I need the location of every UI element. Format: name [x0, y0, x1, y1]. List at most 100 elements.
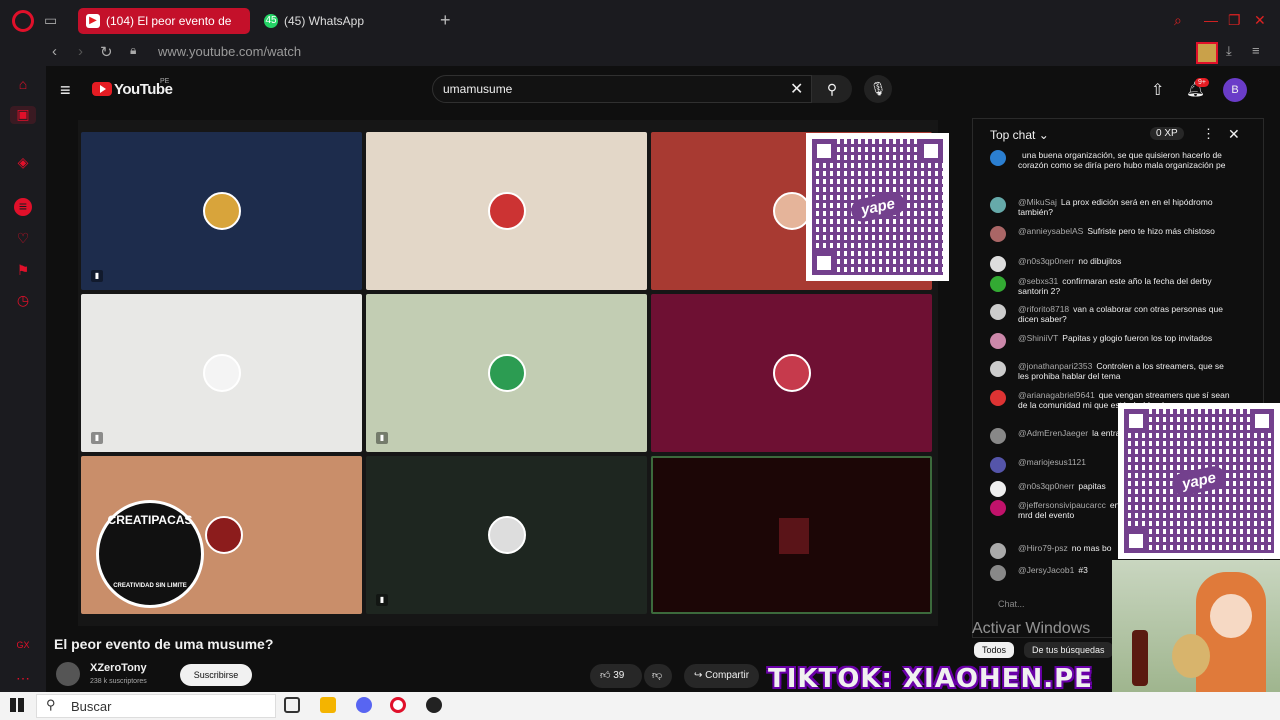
mic-muted-icon: ▮: [376, 594, 388, 606]
windows-start-icon[interactable]: [10, 698, 24, 712]
hamburger-menu-icon[interactable]: ≡: [60, 80, 71, 101]
whatsapp-icon: 45: [264, 14, 278, 28]
lock-icon: 🔒︎: [130, 43, 137, 57]
chat-mode-dropdown[interactable]: Top chat ⌄: [990, 128, 1049, 142]
favorites-icon[interactable]: ♡: [14, 230, 32, 248]
menu-icon[interactable]: ≡: [1252, 43, 1260, 58]
chat-username[interactable]: @n0s3qp0nerr: [1018, 256, 1074, 266]
subscriber-count: 238 k suscriptores: [90, 678, 147, 685]
participant-avatar: [779, 518, 809, 554]
participant-tile: ▮: [81, 294, 362, 452]
opera-logo-icon[interactable]: [12, 10, 34, 32]
anime-character-image: [1112, 560, 1280, 692]
yape-logo: yape: [848, 190, 907, 224]
chat-username[interactable]: @AdmErenJaeger: [1018, 428, 1088, 438]
channel-name[interactable]: XZeroTony: [90, 662, 147, 674]
bookmark-icon[interactable]: ⚑: [14, 262, 32, 280]
chat-message: @sebxs31 confirmaran este año la fecha de…: [990, 276, 1230, 296]
twitch-icon[interactable]: ◈: [14, 154, 32, 172]
minimize-button[interactable]: —: [1204, 12, 1218, 28]
chat-user-avatar: [990, 361, 1006, 377]
chat-username[interactable]: @n0s3qp0nerr: [1018, 481, 1074, 491]
chat-username[interactable]: @jeffersonsivipaucarcc: [1018, 500, 1106, 510]
chat-username[interactable]: @JersyJacob1: [1018, 565, 1074, 575]
participant-tile: ▮: [366, 294, 647, 452]
history-icon[interactable]: ◷: [14, 292, 32, 310]
dislike-button[interactable]: 👎︎: [644, 664, 672, 688]
tab-whatsapp[interactable]: 45 (45) WhatsApp: [256, 8, 426, 34]
task-view-icon[interactable]: [284, 697, 300, 713]
subscribe-button[interactable]: Suscribirse: [180, 664, 252, 686]
chat-more-options-icon[interactable]: ⋮: [1202, 126, 1215, 142]
chat-user-avatar: [990, 150, 1006, 166]
tab-overview-icon[interactable]: ▭: [44, 12, 57, 29]
tab-title: (45) WhatsApp: [284, 14, 365, 28]
share-button[interactable]: ↪ Compartir: [684, 664, 760, 688]
search-value[interactable]: umamusume: [443, 82, 512, 96]
participant-tile: [366, 132, 647, 290]
chat-username[interactable]: @MikuSaj: [1018, 197, 1057, 207]
chat-input[interactable]: Chat...: [986, 592, 1116, 616]
chat-user-avatar: [990, 256, 1006, 272]
chip-all[interactable]: Todos: [974, 642, 1015, 658]
profile-icon[interactable]: [1196, 42, 1218, 64]
more-icon[interactable]: ⋯: [14, 670, 32, 688]
taskbar-search-input[interactable]: Buscar: [36, 694, 276, 718]
chat-username[interactable]: @riforito8718: [1018, 304, 1069, 314]
xp-badge[interactable]: 0 XP: [1150, 127, 1184, 140]
participant-avatar: [488, 516, 526, 554]
maximize-button[interactable]: ❐: [1228, 12, 1241, 29]
share-icon: ↪: [694, 670, 703, 681]
youtube-logo-icon[interactable]: [92, 82, 112, 96]
gx-icon[interactable]: GX: [14, 640, 32, 658]
chat-username[interactable]: @mariojesus1121: [1018, 457, 1086, 467]
download-icon[interactable]: ⤓: [1226, 43, 1232, 59]
chat-username[interactable]: @Hiro79-psz: [1018, 543, 1068, 553]
discord-icon[interactable]: [356, 697, 372, 713]
url-field[interactable]: www.youtube.com/watch: [158, 44, 301, 59]
chat-message: @MikuSaj La prox edición será en en el hi…: [990, 197, 1230, 217]
chat-username[interactable]: @sebxs31: [1018, 276, 1058, 286]
music-icon[interactable]: ≡: [14, 198, 32, 216]
search-tabs-icon[interactable]: ⌕: [1174, 12, 1182, 29]
chat-username[interactable]: @annieysabelAS: [1018, 226, 1083, 236]
chat-text: no dibujitos: [1078, 256, 1122, 266]
chip-searches[interactable]: De tus búsquedas: [1024, 642, 1113, 658]
tab-youtube[interactable]: ▶ (104) El peor evento de: [78, 8, 250, 34]
account-avatar[interactable]: B: [1223, 78, 1247, 102]
close-chat-icon[interactable]: ✕: [1228, 126, 1240, 143]
chat-user-avatar: [990, 428, 1006, 444]
chat-message: @riforito8718 van a colaborar con otras p…: [990, 304, 1230, 324]
chat-text: no mas bo: [1071, 543, 1112, 553]
chat-username[interactable]: @arianagabriel9641: [1018, 390, 1095, 400]
file-explorer-icon[interactable]: [320, 697, 336, 713]
forward-button[interactable]: ›: [78, 43, 83, 60]
like-button[interactable]: 👍︎ 39: [590, 664, 642, 688]
participant-avatar: [488, 192, 526, 230]
participant-avatar: [488, 354, 526, 392]
video-title: El peor evento de uma musume?: [54, 636, 274, 652]
chat-username[interactable]: @jonathanpari2353: [1018, 361, 1092, 371]
reload-button[interactable]: ↻: [100, 43, 113, 61]
clear-search-icon[interactable]: ✕: [790, 79, 803, 99]
like-count: 39: [613, 670, 625, 681]
upload-icon[interactable]: ⇧: [1151, 80, 1164, 100]
home-icon[interactable]: ⌂: [14, 76, 32, 94]
mic-muted-icon: ▮: [376, 432, 388, 444]
close-window-button[interactable]: ✕: [1254, 12, 1266, 29]
chat-message: una buena organización, se que quisieron…: [990, 150, 1230, 170]
gaming-icon[interactable]: ▣: [10, 106, 36, 124]
search-icon: ⚲: [826, 81, 838, 97]
opera-gx-icon[interactable]: [390, 697, 406, 713]
youtube-icon: ▶: [86, 14, 100, 28]
chat-username[interactable]: @ShiniiVT: [1018, 333, 1058, 343]
search-button[interactable]: ⚲: [812, 75, 852, 103]
chat-text: #3: [1078, 565, 1088, 575]
obs-icon[interactable]: [426, 697, 442, 713]
back-button[interactable]: ‹: [52, 43, 57, 60]
chat-message: @ShiniiVT Papitas y glogio fueron los top…: [990, 333, 1230, 349]
channel-avatar[interactable]: [56, 662, 80, 686]
tiktok-handle-overlay: TIKTOK: XIAOHEN.PE: [768, 664, 1093, 694]
voice-search-button[interactable]: 🎙︎: [864, 75, 892, 103]
new-tab-button[interactable]: +: [440, 10, 451, 31]
